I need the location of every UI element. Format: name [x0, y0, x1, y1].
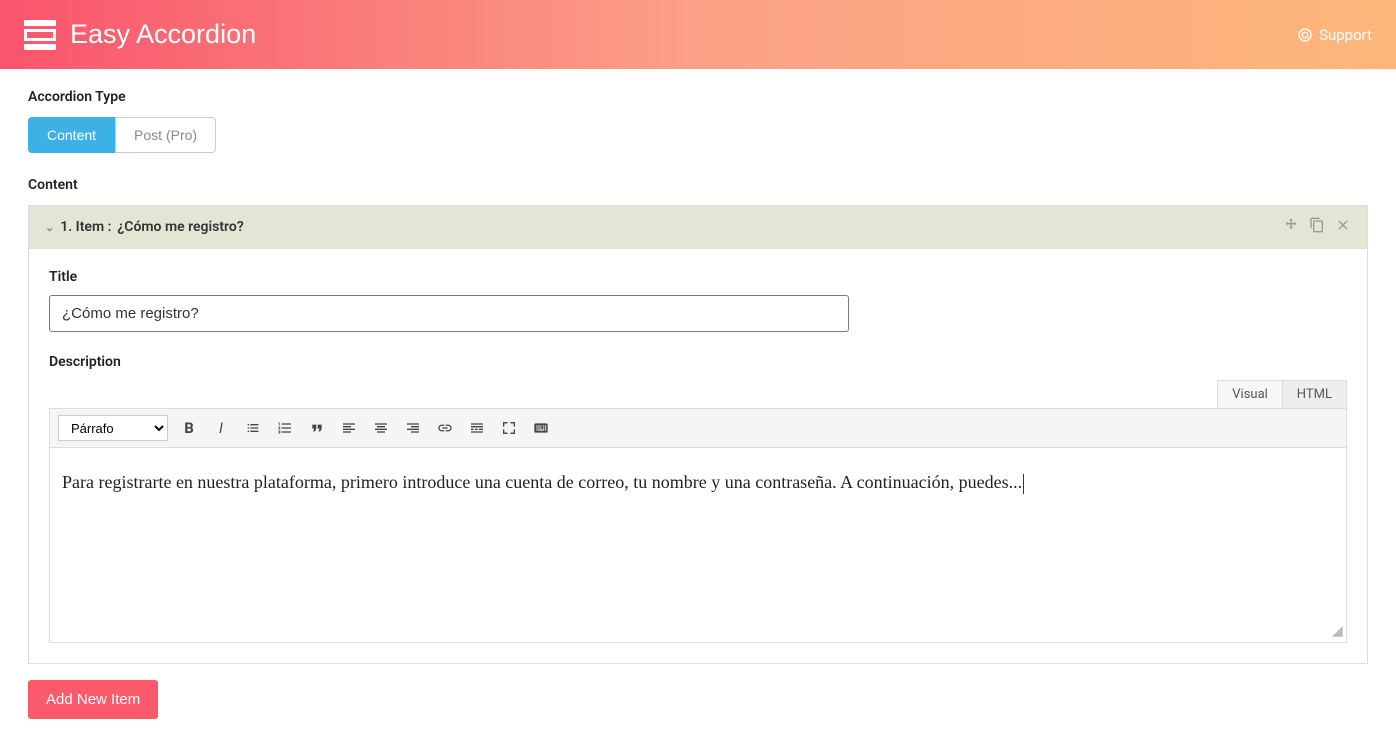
item-header-prefix: 1. Item : [60, 219, 111, 235]
type-post-pro-button[interactable]: Post (Pro) [115, 117, 216, 153]
support-label: Support [1319, 26, 1372, 44]
accordion-item-header[interactable]: ⌄ 1. Item : ¿Cómo me registro? [29, 206, 1367, 249]
editor-toolbar: Párrafo B I [49, 408, 1347, 448]
number-list-button[interactable] [274, 417, 296, 439]
link-button[interactable] [434, 417, 456, 439]
main-content: Accordion Type Content Post (Pro) Conten… [0, 69, 1396, 739]
editor-text: Para registrarte en nuestra plataforma, … [62, 472, 1024, 492]
title-label: Title [49, 269, 1347, 285]
content-label: Content [28, 177, 1368, 193]
keyboard-button[interactable] [530, 417, 552, 439]
read-more-button[interactable] [466, 417, 488, 439]
move-icon[interactable] [1283, 217, 1299, 237]
logo-icon [24, 19, 56, 51]
close-icon[interactable] [1335, 217, 1351, 237]
item-header-title: ¿Cómo me registro? [117, 219, 243, 235]
editor-tabs: Visual HTML [49, 380, 1347, 408]
app-title: Easy Accordion [70, 19, 256, 50]
quote-button[interactable] [306, 417, 328, 439]
type-button-group: Content Post (Pro) [28, 117, 1368, 153]
accordion-header-actions [1283, 217, 1351, 237]
tab-html[interactable]: HTML [1282, 380, 1347, 408]
accordion-type-label: Accordion Type [28, 89, 1368, 105]
support-icon [1297, 27, 1313, 43]
app-header: Easy Accordion Support [0, 0, 1396, 69]
italic-button[interactable]: I [210, 417, 232, 439]
align-left-button[interactable] [338, 417, 360, 439]
align-center-button[interactable] [370, 417, 392, 439]
description-label: Description [49, 354, 1347, 370]
resize-grip-icon[interactable]: ◢ [1332, 628, 1344, 640]
accordion-header-title-area: ⌄ 1. Item : ¿Cómo me registro? [45, 219, 244, 235]
support-link[interactable]: Support [1297, 26, 1372, 44]
copy-icon[interactable] [1309, 217, 1325, 237]
add-new-item-button[interactable]: Add New Item [28, 680, 158, 719]
bold-button[interactable]: B [178, 417, 200, 439]
title-input[interactable] [49, 295, 849, 332]
accordion-item: ⌄ 1. Item : ¿Cómo me registro? Title Des… [28, 205, 1368, 664]
chevron-down-icon: ⌄ [45, 221, 54, 234]
type-content-button[interactable]: Content [28, 117, 115, 153]
header-left: Easy Accordion [24, 19, 256, 51]
format-select[interactable]: Párrafo [58, 415, 168, 441]
tab-visual[interactable]: Visual [1217, 380, 1282, 408]
editor-content-area[interactable]: Para registrarte en nuestra plataforma, … [49, 448, 1347, 643]
bullet-list-button[interactable] [242, 417, 264, 439]
align-right-button[interactable] [402, 417, 424, 439]
fullscreen-button[interactable] [498, 417, 520, 439]
accordion-item-body: Title Description Visual HTML Párrafo B … [29, 249, 1367, 663]
